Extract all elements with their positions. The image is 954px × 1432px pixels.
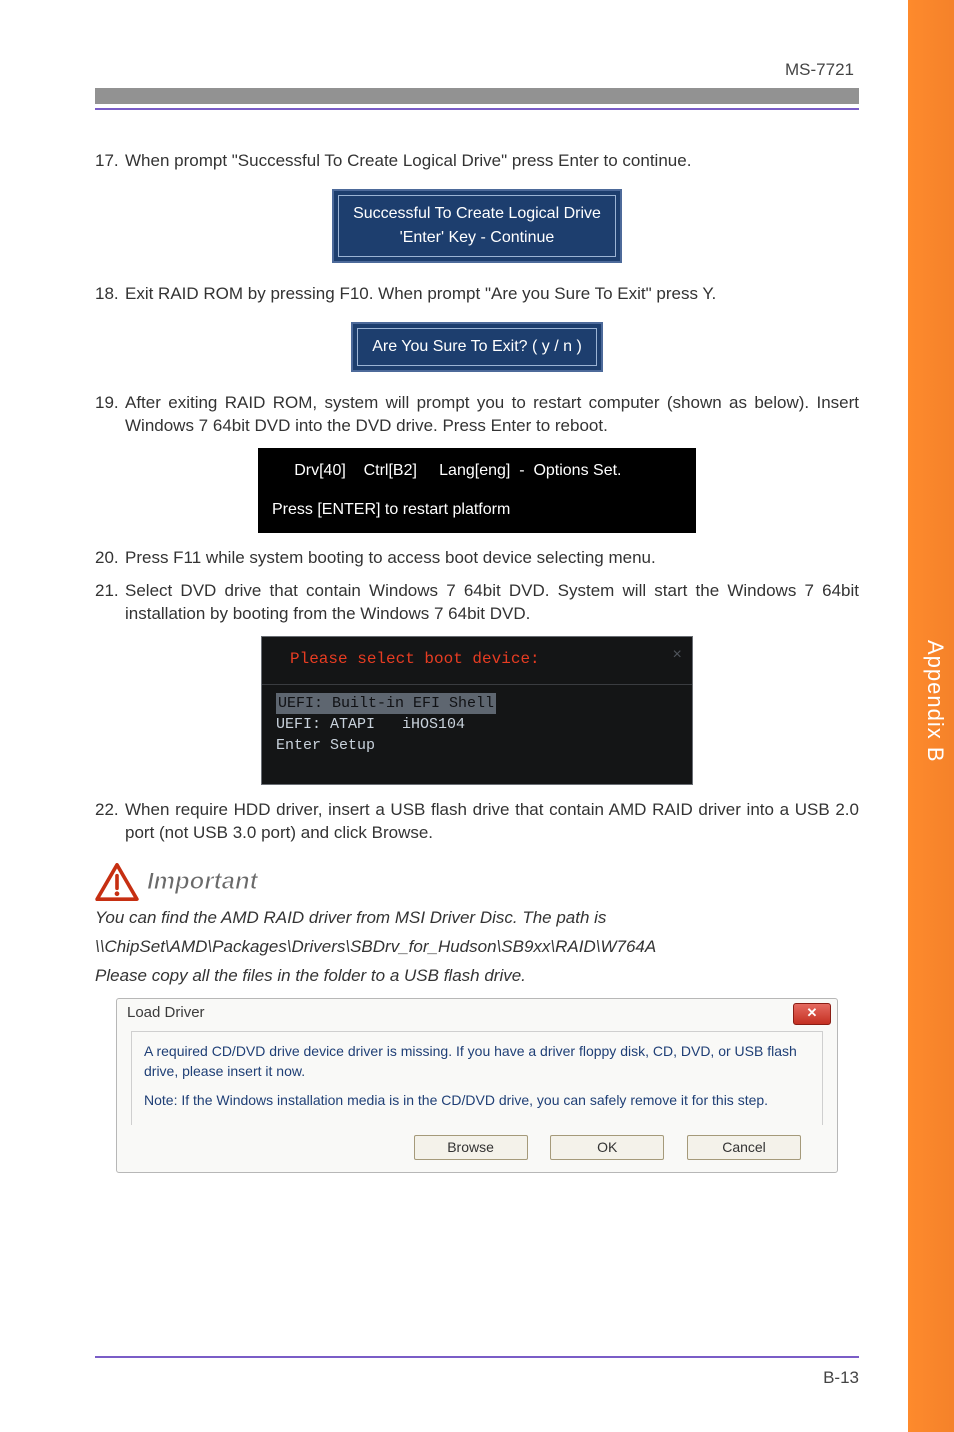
load-driver-text-1: A required CD/DVD drive device driver is… [144, 1042, 810, 1081]
side-tab: Appendix B [908, 0, 954, 1432]
step-number: 17. [95, 150, 125, 173]
dialog-exit: Are You Sure To Exit? ( y / n ) [351, 322, 603, 372]
dialog-exit-text: Are You Sure To Exit? ( y / n ) [372, 338, 582, 355]
important-note-2: \\ChipSet\AMD\Packages\Drivers\SBDrv_for… [95, 936, 859, 959]
dialog-exit-inner: Are You Sure To Exit? ( y / n ) [357, 328, 597, 366]
header-underline [95, 108, 859, 110]
page-footer: B-13 [95, 1356, 859, 1388]
boot-title: Please select boot device: [290, 650, 540, 668]
important-note-1: You can find the AMD RAID driver from MS… [95, 907, 859, 930]
step-text: When require HDD driver, insert a USB fl… [125, 799, 859, 845]
step-text: Exit RAID ROM by pressing F10. When prom… [125, 283, 859, 306]
content-body: 17. When prompt "Successful To Create Lo… [95, 150, 859, 1173]
spacer [144, 1081, 810, 1091]
load-driver-text-2: Note: If the Windows installation media … [144, 1091, 810, 1111]
important-heading: Important [95, 863, 859, 901]
step-19: 19. After exiting RAID ROM, system will … [95, 392, 859, 438]
load-driver-body: A required CD/DVD drive device driver is… [131, 1031, 823, 1125]
dialog-success-inner: Successful To Create Logical Drive 'Ente… [338, 195, 616, 257]
step-22: 22. When require HDD driver, insert a US… [95, 799, 859, 845]
terminal-restart: Drv[40] Ctrl[B2] Lang[eng] - Options Set… [258, 448, 696, 533]
boot-item-atapi[interactable]: UEFI: ATAPI iHOS104 [276, 714, 678, 735]
dialog-line2: 'Enter' Key - Continue [353, 226, 601, 250]
model-number: MS-7721 [95, 60, 859, 88]
terminal-wrap: Drv[40] Ctrl[B2] Lang[eng] - Options Set… [95, 448, 859, 533]
important-note-3: Please copy all the files in the folder … [95, 965, 859, 988]
terminal-line1: Drv[40] Ctrl[B2] Lang[eng] - Options Set… [272, 458, 682, 484]
close-icon[interactable]: × [672, 645, 682, 667]
side-tab-label: Appendix B [922, 640, 948, 763]
terminal-line2: Press [ENTER] to restart platform [272, 497, 682, 523]
spacer [272, 483, 682, 497]
step-text: Press F11 while system booting to access… [125, 547, 859, 570]
step-20: 20. Press F11 while system booting to ac… [95, 547, 859, 570]
ok-button[interactable]: OK [550, 1135, 664, 1160]
close-button[interactable]: ✕ [793, 1003, 831, 1025]
boot-item-selected-label: UEFI: Built-in EFI Shell [276, 693, 496, 714]
page: MS-7721 17. When prompt "Successful To C… [0, 0, 954, 1432]
boot-item-enter-setup[interactable]: Enter Setup [276, 735, 678, 756]
dialog-line1: Successful To Create Logical Drive [353, 202, 601, 226]
cancel-button[interactable]: Cancel [687, 1135, 801, 1160]
boot-title-bar: Please select boot device: × [262, 637, 692, 686]
page-header: MS-7721 [95, 60, 859, 110]
dialog-success-wrap: Successful To Create Logical Drive 'Ente… [95, 183, 859, 269]
page-number: B-13 [95, 1368, 859, 1388]
step-number: 18. [95, 283, 125, 306]
step-number: 21. [95, 580, 125, 626]
load-driver-dialog: Load Driver ✕ A required CD/DVD drive de… [116, 998, 838, 1173]
step-21: 21. Select DVD drive that contain Window… [95, 580, 859, 626]
browse-button[interactable]: Browse [414, 1135, 528, 1160]
step-17: 17. When prompt "Successful To Create Lo… [95, 150, 859, 173]
step-number: 19. [95, 392, 125, 438]
warning-icon [95, 863, 139, 901]
load-driver-header: Load Driver ✕ [117, 999, 837, 1025]
footer-underline [95, 1356, 859, 1358]
boot-device-wrap: Please select boot device: × UEFI: Built… [95, 636, 859, 786]
load-driver-title: Load Driver [127, 1003, 205, 1023]
step-number: 20. [95, 547, 125, 570]
header-gray-bar [95, 88, 859, 104]
step-text: After exiting RAID ROM, system will prom… [125, 392, 859, 438]
step-text: When prompt "Successful To Create Logica… [125, 150, 859, 173]
load-driver-buttons: Browse OK Cancel [117, 1135, 837, 1160]
boot-item-efi-shell[interactable]: UEFI: Built-in EFI Shell [276, 693, 678, 714]
boot-list: UEFI: Built-in EFI Shell UEFI: ATAPI iHO… [262, 685, 692, 784]
step-number: 22. [95, 799, 125, 845]
boot-device-dialog: Please select boot device: × UEFI: Built… [261, 636, 693, 786]
step-text: Select DVD drive that contain Windows 7 … [125, 580, 859, 626]
dialog-success: Successful To Create Logical Drive 'Ente… [332, 189, 622, 263]
step-18: 18. Exit RAID ROM by pressing F10. When … [95, 283, 859, 306]
dialog-exit-wrap: Are You Sure To Exit? ( y / n ) [95, 316, 859, 378]
important-label: Important [147, 866, 258, 898]
